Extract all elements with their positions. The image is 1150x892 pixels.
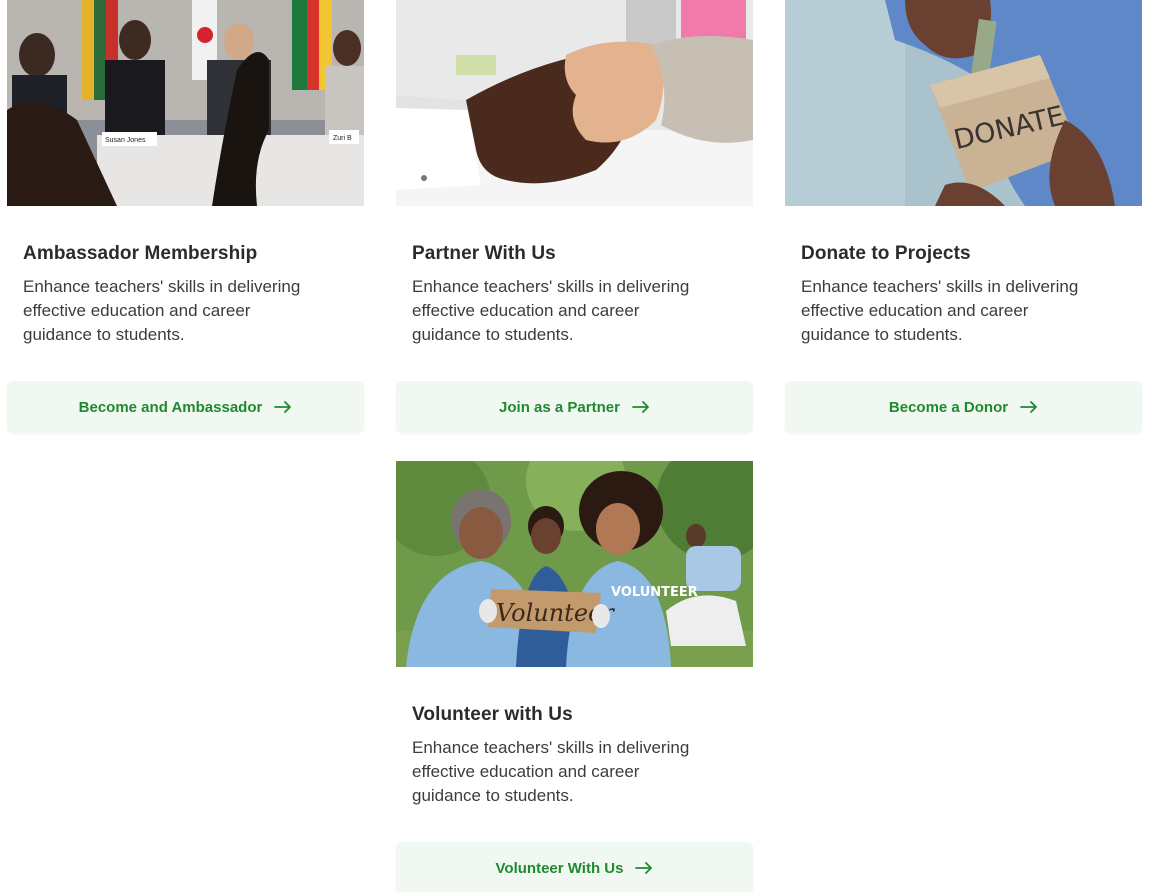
photo-name-card: Zuri B bbox=[333, 135, 352, 142]
arrow-right-icon bbox=[274, 401, 292, 413]
card-description: Enhance teachers' skills in delivering e… bbox=[412, 277, 690, 344]
card-description: Enhance teachers' skills in delivering e… bbox=[412, 738, 690, 805]
volunteer-button[interactable]: Volunteer With Us bbox=[396, 842, 753, 892]
volunteers-photo: VOLUNTEER Volunteer bbox=[396, 461, 753, 667]
donate-card: DONATE Donate to Projects Enhance teache… bbox=[785, 0, 1142, 433]
donate-box-photo: DONATE bbox=[785, 0, 1142, 206]
photo-name-card: Susan Jones bbox=[105, 137, 146, 144]
cta-label: Become a Donor bbox=[888, 398, 1009, 416]
card-description: Enhance teachers' skills in delivering e… bbox=[23, 277, 301, 344]
arrow-right-icon bbox=[1020, 401, 1037, 413]
card-title: Ambassador Membership bbox=[23, 243, 258, 264]
handshake-photo bbox=[396, 0, 753, 206]
photo-shirt-text: VOLUNTEER bbox=[611, 585, 698, 600]
become-donor-button[interactable]: Become a Donor bbox=[785, 381, 1142, 433]
arrow-right-icon bbox=[635, 862, 653, 874]
cta-label: Join as a Partner bbox=[499, 398, 620, 416]
card-title: Partner With Us bbox=[412, 243, 556, 264]
cta-label: Become and Ambassador bbox=[78, 398, 263, 416]
partner-card: Partner With Us Enhance teachers' skills… bbox=[396, 0, 753, 433]
card-description: Enhance teachers' skills in delivering e… bbox=[801, 277, 1079, 344]
join-partner-button[interactable]: Join as a Partner bbox=[396, 381, 753, 433]
conference-panel-photo: Susan Jones Zuri B bbox=[7, 0, 364, 206]
ambassador-card: Susan Jones Zuri B Ambassador Membership… bbox=[7, 0, 364, 433]
arrow-right-icon bbox=[632, 401, 649, 413]
volunteer-card: VOLUNTEER Volunteer Volunteer with Us En… bbox=[396, 461, 753, 892]
card-title: Donate to Projects bbox=[801, 243, 971, 264]
cta-label: Volunteer With Us bbox=[495, 859, 624, 877]
card-title: Volunteer with Us bbox=[412, 704, 573, 725]
become-ambassador-button[interactable]: Become and Ambassador bbox=[7, 381, 364, 433]
